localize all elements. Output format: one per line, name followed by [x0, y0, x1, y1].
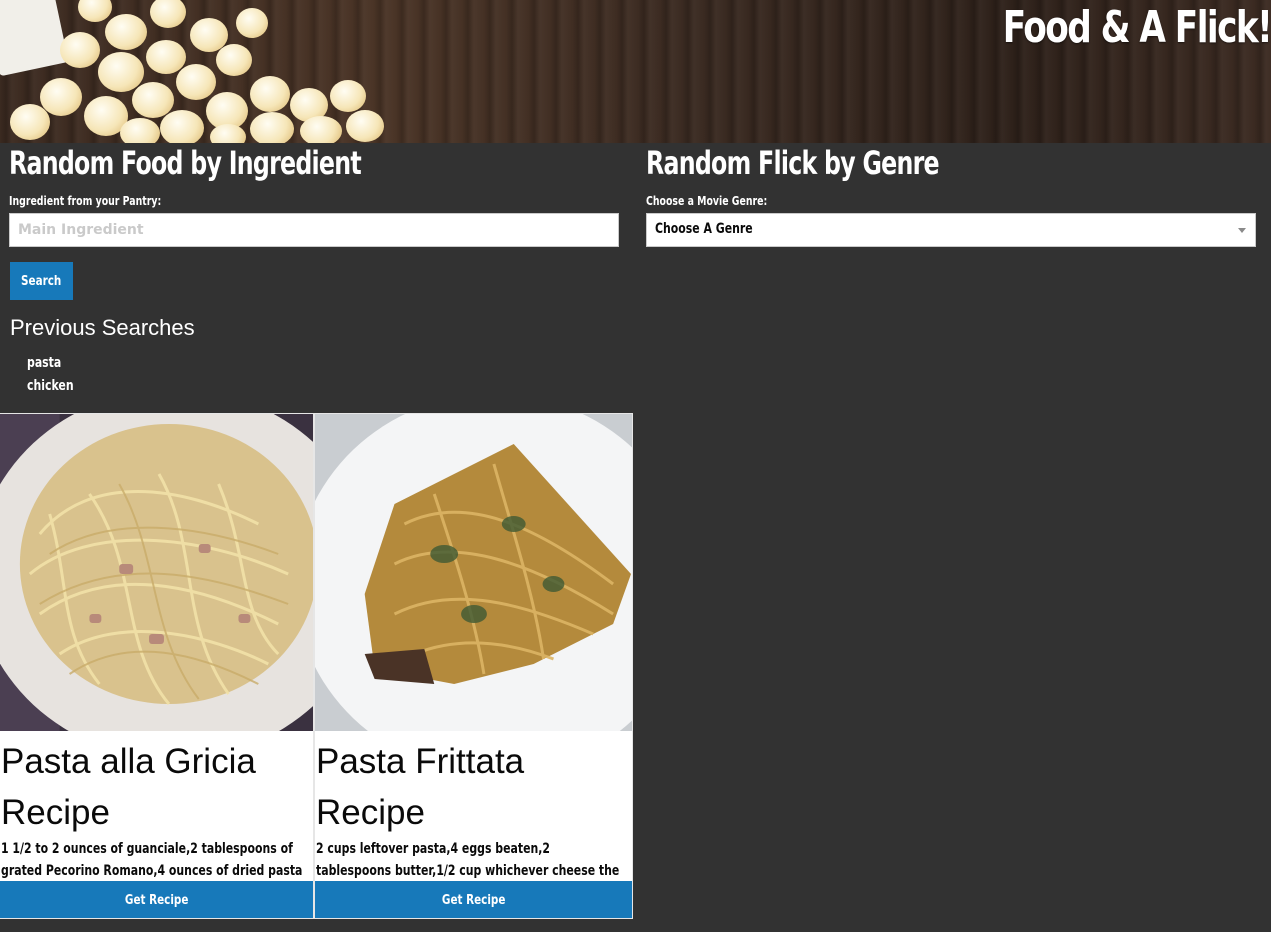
food-section-heading: Random Food by Ingredient: [9, 144, 362, 182]
recipe-image: [315, 414, 632, 731]
genre-label: Choose a Movie Genre:: [646, 194, 768, 208]
search-button-label: Search: [21, 274, 62, 289]
popcorn-kernel: [216, 44, 252, 76]
previous-searches-title: Previous Searches: [10, 315, 195, 340]
recipe-title: Pasta Frittata Recipe: [316, 742, 525, 832]
popcorn-kernel: [250, 76, 290, 112]
get-recipe-label: Get Recipe: [441, 892, 506, 908]
popcorn-kernel: [40, 78, 82, 116]
popcorn-kernel: [176, 64, 216, 100]
chevron-down-icon: [1238, 228, 1246, 233]
popcorn-kernel: [60, 32, 100, 68]
recipe-card: Pasta Frittata Recipe 2 cups leftover pa…: [314, 413, 633, 919]
popcorn-kernel: [132, 82, 174, 118]
popcorn-kernel: [105, 14, 147, 50]
recipe-image: [0, 414, 313, 731]
recipe-card: Pasta alla Gricia Recipe 1 1/2 to 2 ounc…: [0, 413, 314, 919]
get-recipe-button[interactable]: Get Recipe: [0, 881, 313, 918]
genre-select[interactable]: Choose A Genre: [646, 213, 1256, 247]
get-recipe-button[interactable]: Get Recipe: [315, 881, 632, 918]
popcorn-kernel: [146, 40, 186, 74]
popcorn-kernel: [330, 80, 366, 112]
flick-section-heading: Random Flick by Genre: [646, 144, 940, 182]
site-title: Food & A Flick!: [1002, 2, 1271, 53]
popcorn-kernel: [160, 110, 204, 143]
ingredient-label: Ingredient from your Pantry:: [9, 194, 162, 208]
previous-search-item[interactable]: pasta: [27, 352, 74, 375]
recipe-ingredients: 1 1/2 to 2 ounces of guanciale,2 tablesp…: [1, 841, 303, 879]
ingredient-input[interactable]: [9, 213, 619, 247]
get-recipe-label: Get Recipe: [124, 892, 189, 908]
recipe-title: Pasta alla Gricia Recipe: [1, 742, 256, 832]
popcorn-kernel: [120, 118, 160, 143]
popcorn-kernel: [346, 110, 384, 142]
previous-search-item[interactable]: chicken: [27, 375, 74, 398]
popcorn-kernel: [250, 112, 294, 143]
header-banner: Food & A Flick!: [0, 0, 1271, 143]
search-button[interactable]: Search: [10, 262, 73, 300]
previous-searches-list: pasta chicken: [27, 352, 87, 398]
genre-select-value: Choose A Genre: [655, 221, 753, 237]
popcorn-kernel: [10, 104, 50, 140]
popcorn-kernel: [210, 124, 246, 143]
popcorn-kernel: [98, 52, 144, 92]
popcorn-kernel: [236, 8, 268, 38]
popcorn-kernel: [300, 116, 342, 143]
